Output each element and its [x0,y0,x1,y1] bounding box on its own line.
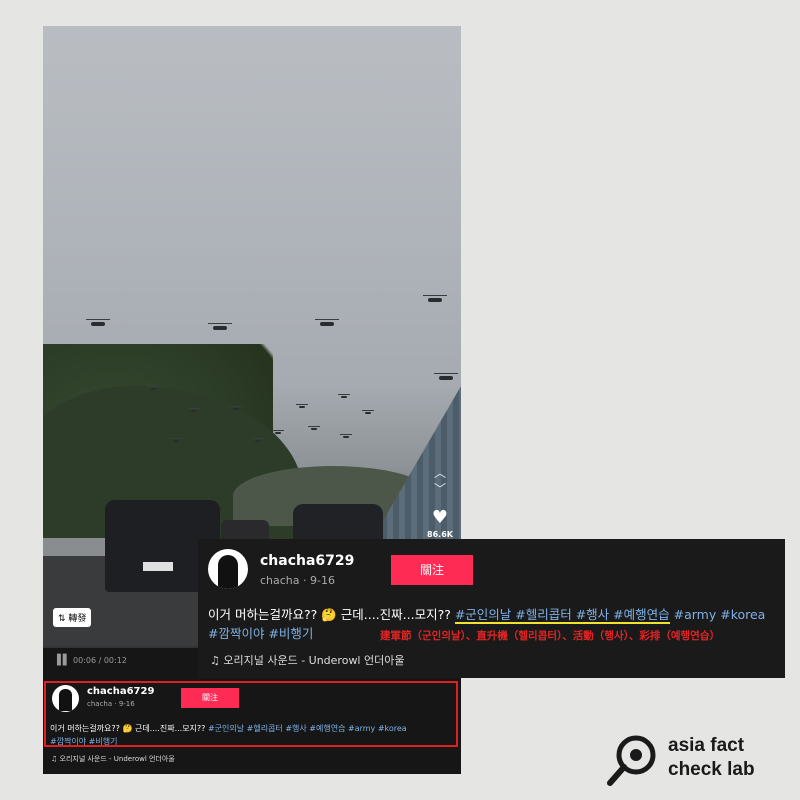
hashtags[interactable]: #군인의날 #헬리콥터 #행사 #예행연습 #army #korea [208,724,407,733]
caption: 이거 머하는걸까요?? 🤔 근데....진짜...모지?? #군인의날 #헬리콥… [50,722,455,748]
translation-annotation: 建軍節（군인의날）、直升機（헬리콥터）、活動（행사）、彩排（예행연습） [380,630,720,642]
hashtags[interactable]: #army #korea [670,607,766,622]
asia-fact-check-lab-logo: asia fact check lab [606,733,786,787]
follow-button[interactable]: 關注 [181,688,239,708]
caption-text: 이거 머하는걸까요?? 🤔 근데....진짜...모지?? [208,607,455,622]
repost-icon: ⇅ [58,614,69,624]
helicopter [340,434,352,438]
hashtags[interactable]: #깜짝이야 #비행기 [50,737,117,746]
magnifier-icon [607,735,656,786]
helicopter [252,438,264,442]
logo-text-line2: check lab [668,759,755,780]
helicopter [315,319,339,326]
highlighted-hashtags[interactable]: #군인의날 #헬리콥터 #행사 #예행연습 [454,607,670,624]
helicopter [362,410,374,414]
repost-label: 轉發 [68,614,87,624]
follow-button[interactable]: 關注 [391,555,473,585]
avatar[interactable] [52,685,79,712]
like-count: 86.6K [427,530,453,539]
username[interactable]: chacha6729 [260,553,354,569]
chevron-down-icon[interactable]: ﹀ [425,480,455,496]
pause-icon[interactable]: ▌▌ [57,655,70,666]
chevron-up-icon[interactable]: ︿ [425,464,455,480]
sound-link[interactable]: ♫ 오리지널 사운드 - Underowl 언더아울 [51,754,175,764]
logo-text-line1: asia fact [668,735,745,756]
helicopter [434,373,458,380]
sound-link[interactable]: ♫ 오리지널 사운드 - Underowl 언더아울 [210,652,404,668]
helicopter [296,404,308,408]
user-subline: chacha · 9-16 [87,700,135,708]
user-subline: chacha · 9-16 [260,574,335,587]
post-info: chacha6729 chacha · 9-16 關注 이거 머하는걸까요?? … [43,676,461,774]
heart-icon[interactable]: ♥ [425,508,455,528]
hashtags[interactable]: #깜짝이야 #비행기 [208,626,313,641]
helicopter [188,408,200,412]
helicopter [308,426,320,430]
helicopter [86,319,110,326]
helicopter [338,394,350,398]
helicopter [423,295,447,302]
caption-text: 이거 머하는걸까요?? 🤔 근데....진짜...모지?? [50,724,208,733]
zoomed-post-info: chacha6729 chacha · 9-16 關注 이거 머하는걸까요?? … [198,539,785,678]
helicopter [148,386,160,390]
video-time: 00:06 / 00:12 [73,656,127,665]
helicopter [170,438,182,442]
helicopter [272,430,284,434]
repost-button[interactable]: ⇅ 轉發 [53,608,92,627]
username[interactable]: chacha6729 [87,686,154,697]
helicopter [230,406,242,410]
avatar[interactable] [208,549,248,589]
helicopter [208,323,232,330]
